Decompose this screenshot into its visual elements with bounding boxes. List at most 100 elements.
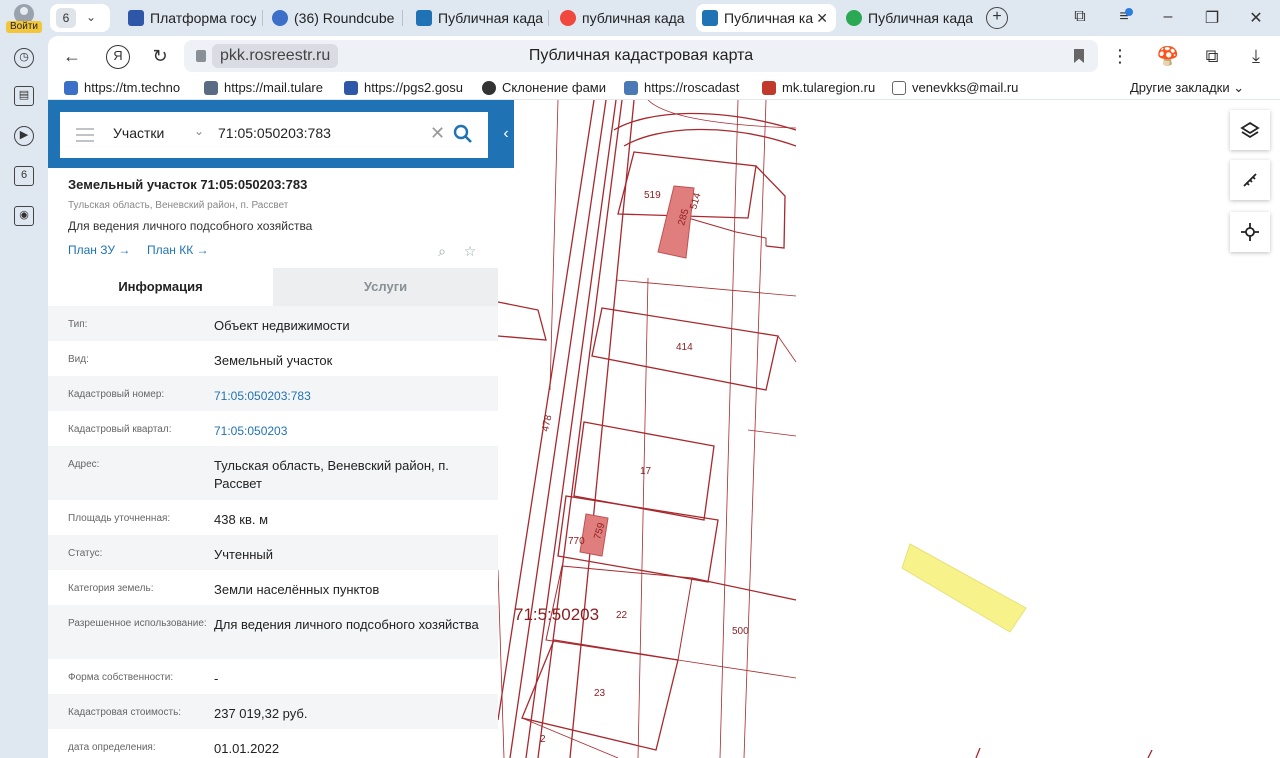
plan-zu-link[interactable]: План ЗУ → bbox=[68, 243, 130, 257]
bookmark-item[interactable]: Склонение фами bbox=[482, 79, 608, 97]
search-type-select[interactable]: Участки bbox=[113, 125, 164, 141]
yandex-logo-icon[interactable]: Я bbox=[106, 45, 130, 69]
row-value: Земельный участок bbox=[214, 353, 333, 368]
tab-gosuslugi[interactable]: Платформа госу bbox=[122, 4, 256, 32]
yandex-icon bbox=[560, 10, 576, 26]
close-window-icon[interactable]: ✕ bbox=[1244, 8, 1268, 28]
notes-icon[interactable]: ▤ bbox=[14, 86, 34, 106]
address-toolbar: ← Я ↻ Публичная кадастровая карта pkk.ro… bbox=[48, 36, 1280, 76]
url-host[interactable]: pkk.rosreestr.ru bbox=[212, 44, 339, 68]
chevron-down-icon[interactable]: ⌄ bbox=[194, 124, 204, 138]
row-value: Учтенный bbox=[214, 547, 274, 562]
map-line bbox=[498, 100, 595, 721]
tab-services[interactable]: Услуги bbox=[273, 268, 498, 306]
row-key: Тип: bbox=[68, 319, 88, 330]
cadastral-map[interactable]: 519 285 514 414 478 17 770 759 22 500 23… bbox=[498, 100, 1280, 758]
search-icon[interactable] bbox=[452, 123, 474, 145]
badge-icon[interactable]: 6 bbox=[14, 166, 34, 186]
bookmark-item[interactable]: https://tm.techno bbox=[64, 79, 190, 97]
map-line bbox=[549, 100, 559, 391]
tab-yandex-search[interactable]: публичная када bbox=[554, 4, 688, 32]
bookmark-label: https://mail.tulare bbox=[224, 80, 323, 95]
play-icon[interactable]: ▶ bbox=[14, 126, 34, 146]
parcel-label: 500 bbox=[732, 626, 749, 637]
minimize-icon[interactable]: – bbox=[1156, 8, 1180, 26]
cadastral-quarter-link[interactable]: 71:05:050203 bbox=[214, 422, 484, 440]
tab-group[interactable]: 6 ⌄ bbox=[50, 4, 110, 32]
map-line bbox=[719, 100, 739, 758]
tab-title: Платформа госу bbox=[150, 10, 256, 26]
tab-group-count: 6 bbox=[56, 8, 76, 28]
map-line bbox=[1147, 749, 1153, 758]
star-icon[interactable]: ☆ bbox=[462, 243, 478, 259]
tab-pkk-2[interactable]: Публичная када bbox=[840, 4, 974, 32]
bookmark-item[interactable]: venevkks@mail.ru bbox=[892, 79, 1022, 97]
restore-icon[interactable]: ❐ bbox=[1200, 8, 1224, 28]
search-header: Участки ⌄ 71:05:050203:783 ✕ bbox=[48, 100, 514, 168]
plan-kk-link[interactable]: План КК → bbox=[147, 243, 209, 257]
bookmark-label: venevkks@mail.ru bbox=[912, 80, 1019, 95]
table-row: Вид: Земельный участок bbox=[48, 341, 498, 376]
tab-title: публичная када bbox=[582, 10, 685, 26]
new-tab-button[interactable]: + bbox=[986, 7, 1008, 29]
tab-information[interactable]: Информация bbox=[48, 268, 273, 306]
table-row: Площадь уточненная: 438 кв. м bbox=[48, 500, 498, 535]
parcel-title: Земельный участок 71:05:050203:783 bbox=[68, 177, 308, 192]
bookmark-label: mk.tularegion.ru bbox=[782, 80, 876, 95]
row-value: 438 кв. м bbox=[214, 512, 269, 527]
locate-button[interactable] bbox=[1230, 212, 1270, 252]
bookmark-item[interactable]: mk.tularegion.ru bbox=[762, 79, 882, 97]
cadastre-icon bbox=[624, 81, 638, 95]
table-row: Статус: Учтенный bbox=[48, 535, 498, 570]
parcel-label: 23 bbox=[594, 688, 606, 699]
collections-icon[interactable]: ⧉ bbox=[1068, 8, 1092, 26]
parcel-label: 414 bbox=[676, 342, 693, 353]
checkmark-icon bbox=[846, 10, 862, 26]
bookmark-item[interactable]: https://pgs2.gosu bbox=[344, 79, 468, 97]
layers-button[interactable] bbox=[1230, 110, 1270, 150]
parcel-label: 519 bbox=[644, 190, 661, 201]
ruler-icon bbox=[1243, 173, 1257, 187]
tab-pkk-active[interactable]: Публичная ка ✕ bbox=[696, 4, 836, 32]
table-row: Разрешенное использование: Для ведения л… bbox=[48, 605, 498, 659]
download-icon[interactable]: ⤓ bbox=[1244, 45, 1268, 69]
page-icon bbox=[892, 81, 906, 95]
search-input[interactable]: 71:05:050203:783 bbox=[218, 125, 331, 141]
page-content: 519 285 514 414 478 17 770 759 22 500 23… bbox=[48, 100, 1280, 758]
bookmark-item[interactable]: https://mail.tulare bbox=[204, 79, 330, 97]
extension-icon[interactable]: 🍄 bbox=[1156, 45, 1180, 69]
address-bar[interactable]: Публичная кадастровая карта pkk.rosreest… bbox=[184, 40, 1098, 72]
bookmark-item[interactable]: https://roscadast bbox=[624, 79, 748, 97]
search-document-icon[interactable]: ⌕ bbox=[434, 243, 450, 259]
row-value: - bbox=[214, 671, 219, 686]
tab-roundcube[interactable]: (36) Roundcube bbox=[266, 4, 396, 32]
clear-icon[interactable]: ✕ bbox=[430, 123, 445, 144]
tab-pkk-1[interactable]: Публичная када bbox=[410, 4, 544, 32]
profile-button[interactable]: Войти bbox=[6, 4, 42, 34]
map-line bbox=[687, 217, 767, 246]
row-key: Адрес: bbox=[68, 459, 100, 470]
more-icon[interactable]: ⋮ bbox=[1108, 45, 1132, 69]
hamburger-menu-icon[interactable] bbox=[76, 128, 94, 142]
selected-parcel[interactable] bbox=[901, 543, 1027, 633]
chevron-down-icon[interactable]: ⌄ bbox=[86, 10, 96, 24]
profile-label: Войти bbox=[6, 21, 42, 33]
row-key: Кадастровый квартал: bbox=[68, 424, 172, 435]
info-tabs: Информация Услуги bbox=[48, 268, 498, 306]
info-panel: Земельный участок 71:05:050203:783 Тульс… bbox=[48, 168, 498, 758]
collapse-panel-button[interactable]: ‹ bbox=[498, 100, 514, 168]
other-bookmarks-label: Другие закладки bbox=[1130, 80, 1230, 95]
history-icon[interactable]: ◷ bbox=[14, 48, 34, 68]
extensions-icon[interactable]: ⧉ bbox=[1200, 45, 1224, 69]
parcel-address: Тульская область, Веневский район, п. Ра… bbox=[68, 200, 289, 211]
other-bookmarks[interactable]: Другие закладки ⌄ bbox=[1130, 79, 1244, 97]
reload-icon[interactable]: ↻ bbox=[148, 45, 172, 69]
close-tab-icon[interactable]: ✕ bbox=[816, 4, 828, 32]
cadastral-number-link[interactable]: 71:05:050203:783 bbox=[214, 387, 484, 405]
screenshot-icon[interactable]: ◉ bbox=[14, 206, 34, 226]
back-icon[interactable]: ← bbox=[60, 45, 84, 69]
attribute-table: Тип: Объект недвижимости Вид: Земельный … bbox=[48, 306, 498, 758]
tab-title: Публичная када bbox=[438, 10, 544, 26]
quarter-label: 71:5:50203 bbox=[514, 605, 599, 624]
measure-button[interactable] bbox=[1230, 160, 1270, 200]
